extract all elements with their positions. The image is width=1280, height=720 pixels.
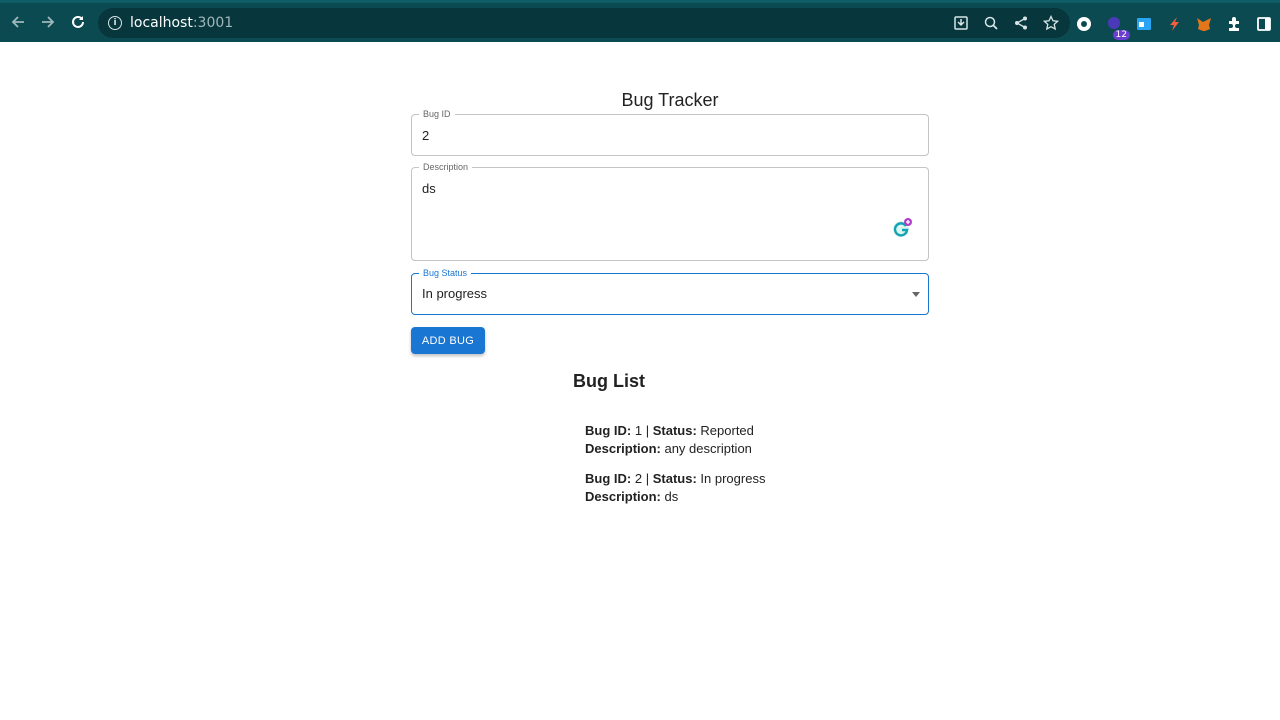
extension-badge: 12 (1112, 30, 1130, 40)
site-info-icon[interactable]: i (108, 16, 122, 30)
bookmark-star-icon[interactable] (1042, 14, 1060, 32)
page-title: Bug Tracker (621, 90, 719, 110)
extension-puzzle-purple-icon[interactable]: 12 (1104, 14, 1130, 40)
extension-window-icon[interactable] (1134, 14, 1154, 34)
bug-list-item: Bug ID: 1 | Status: Reported Description… (585, 423, 754, 456)
bug-id-value[interactable]: 2 (422, 128, 429, 143)
zoom-icon[interactable] (982, 14, 1000, 32)
url-text: localhost:3001 (130, 15, 234, 31)
description-value[interactable]: ds (422, 181, 436, 196)
extension-circle-icon[interactable] (1074, 14, 1094, 34)
description-field[interactable]: Description ds (411, 161, 929, 261)
add-bug-button[interactable]: ADD BUG (411, 327, 485, 354)
description-label: Description (419, 161, 473, 173)
bug-status-value: In progress (422, 286, 488, 301)
extensions-bar: 12 (1074, 9, 1274, 40)
install-app-icon[interactable] (952, 14, 970, 32)
reload-icon[interactable] (63, 7, 93, 37)
back-icon[interactable] (3, 7, 33, 37)
bug-status-select[interactable]: Bug Status In progress (411, 267, 929, 315)
grammarly-icon[interactable] (891, 217, 913, 239)
metamask-fox-icon[interactable] (1194, 14, 1214, 34)
address-bar[interactable]: i localhost:3001 (98, 8, 1070, 38)
bug-id-field[interactable]: Bug ID 2 (411, 108, 929, 156)
browser-toolbar: i localhost:3001 12 (0, 0, 1280, 42)
bug-list-item: Bug ID: 2 | Status: In progress Descript… (585, 471, 766, 504)
share-icon[interactable] (1012, 14, 1030, 32)
extension-bolt-icon[interactable] (1164, 14, 1184, 34)
forward-icon[interactable] (33, 7, 63, 37)
bug-list-title: Bug List (573, 371, 645, 391)
dropdown-caret-icon[interactable] (912, 292, 920, 297)
bug-id-label: Bug ID (419, 108, 455, 120)
side-panel-icon[interactable] (1254, 14, 1274, 34)
bug-status-label: Bug Status (419, 267, 472, 279)
extensions-puzzle-icon[interactable] (1224, 14, 1244, 34)
